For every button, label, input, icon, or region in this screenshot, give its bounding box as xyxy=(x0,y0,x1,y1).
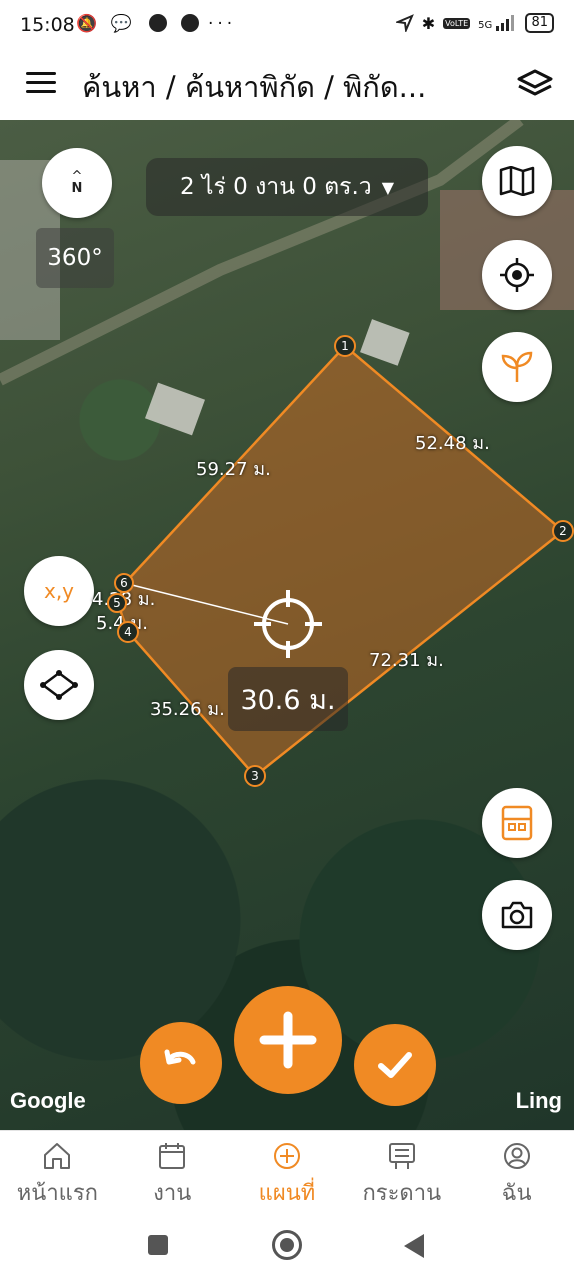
rotation-label: 360° xyxy=(36,228,114,288)
system-navigation-bar xyxy=(0,1210,574,1280)
side-length-label: 59.27 ม. xyxy=(196,459,271,480)
gps-target-icon xyxy=(500,258,534,292)
confirm-button[interactable] xyxy=(354,1024,436,1106)
calculator-button[interactable] xyxy=(482,788,552,858)
status-right-group: ✱ VoLTE 5G 81 xyxy=(395,13,554,33)
vertex-marker[interactable]: 2 xyxy=(552,520,574,542)
nav-item-home[interactable]: หน้าแรก xyxy=(0,1131,115,1210)
home-button[interactable] xyxy=(272,1230,302,1260)
measure-distance: 30.6 ม. xyxy=(228,667,348,731)
back-button[interactable] xyxy=(404,1234,424,1258)
check-icon xyxy=(378,1052,412,1078)
xy-label: x,y xyxy=(43,579,75,603)
board-icon xyxy=(388,1143,415,1169)
vertex-marker[interactable]: 4 xyxy=(117,621,139,643)
area-text: 2 ไร่ 0 งาน 0 ตร.ว xyxy=(179,174,372,200)
area-dropdown[interactable]: 2 ไร่ 0 งาน 0 ตร.ว ▼ xyxy=(146,158,428,216)
status-app-icon xyxy=(180,14,199,32)
side-length-label: 72.31 ม. xyxy=(369,650,444,671)
layers-icon[interactable] xyxy=(516,68,554,102)
battery-indicator: 81 xyxy=(525,13,554,33)
xy-coordinate-button[interactable]: x,y xyxy=(24,556,94,626)
bluetooth-icon: ✱ xyxy=(421,13,436,33)
vertex-marker[interactable]: 5 xyxy=(107,593,127,613)
nav-item-label: แผนที่ xyxy=(258,1181,316,1206)
signal-icon xyxy=(496,15,515,31)
profile-icon xyxy=(503,1143,530,1169)
calendar-icon xyxy=(159,1143,186,1169)
chevron-down-icon: ▼ xyxy=(381,177,395,197)
map-attribution: Ling xyxy=(515,1088,562,1113)
map-building xyxy=(360,319,410,366)
recents-button[interactable] xyxy=(148,1235,168,1255)
status-notification-icons: 🔕 💬 ··· xyxy=(76,14,236,34)
nav-item-map[interactable]: แผนที่ xyxy=(230,1131,345,1210)
add-point-button[interactable] xyxy=(234,986,342,1094)
polygon-tool-button[interactable] xyxy=(24,650,94,720)
compass-button[interactable]: ^ N xyxy=(42,148,112,218)
vertex-marker[interactable]: 3 xyxy=(244,765,266,787)
status-app-icon xyxy=(149,14,168,32)
plant-button[interactable] xyxy=(482,332,552,402)
network-type: 5G xyxy=(478,15,517,31)
status-more-icon: ··· xyxy=(207,14,237,34)
undo-icon xyxy=(164,1049,196,1065)
map-view[interactable]: ^ N 360° 2 ไร่ 0 งาน 0 ตร.ว ▼ x,y 52.48 … xyxy=(0,120,574,1130)
location-arrow-icon xyxy=(395,14,414,32)
add-circle-icon xyxy=(273,1143,300,1169)
vertex-marker[interactable]: 6 xyxy=(114,573,134,593)
nav-item-me[interactable]: ฉัน xyxy=(459,1131,574,1210)
sprout-icon xyxy=(501,351,533,382)
compass-icon: ^ N xyxy=(71,170,83,196)
network-label: 5G xyxy=(478,20,493,31)
google-logo: Google xyxy=(10,1088,86,1113)
map-type-button[interactable] xyxy=(482,146,552,216)
map-building xyxy=(145,382,205,436)
app-bar: ค้นหา / ค้นหาพิกัด / พิกัด... xyxy=(0,52,574,120)
side-length-label: 35.26 ม. xyxy=(150,699,225,720)
calculator-icon xyxy=(501,805,533,841)
vertex-marker[interactable]: 1 xyxy=(334,335,356,357)
status-bar: 15:08 🔕 💬 ··· ✱ VoLTE 5G 81 xyxy=(0,0,574,52)
nav-item-label: กระดาน xyxy=(362,1181,442,1206)
bottom-navigation: หน้าแรก งาน แผนที่ กระดาน ฉัน xyxy=(0,1130,574,1210)
nav-item-label: งาน xyxy=(153,1181,192,1206)
polygon-shape-icon xyxy=(40,670,78,700)
compass-letter: N xyxy=(71,181,83,196)
home-icon xyxy=(44,1143,71,1169)
page-title: ค้นหา / ค้นหาพิกัด / พิกัด... xyxy=(82,70,427,104)
camera-button[interactable] xyxy=(482,880,552,950)
side-length-label: 52.48 ม. xyxy=(415,433,490,454)
undo-button[interactable] xyxy=(140,1022,222,1104)
my-location-button[interactable] xyxy=(482,240,552,310)
nav-item-tasks[interactable]: งาน xyxy=(115,1131,230,1210)
nav-item-label: ฉัน xyxy=(501,1181,532,1206)
camera-icon xyxy=(501,901,533,929)
status-left-icons: 🔕 💬 xyxy=(76,14,136,34)
nav-item-board[interactable]: กระดาน xyxy=(344,1131,459,1210)
map-icon xyxy=(499,166,535,196)
menu-icon[interactable] xyxy=(26,72,56,96)
nav-item-label: หน้าแรก xyxy=(16,1181,98,1206)
volte-badge: VoLTE xyxy=(443,17,471,29)
plus-icon xyxy=(259,1011,317,1069)
status-time: 15:08 xyxy=(20,14,75,36)
